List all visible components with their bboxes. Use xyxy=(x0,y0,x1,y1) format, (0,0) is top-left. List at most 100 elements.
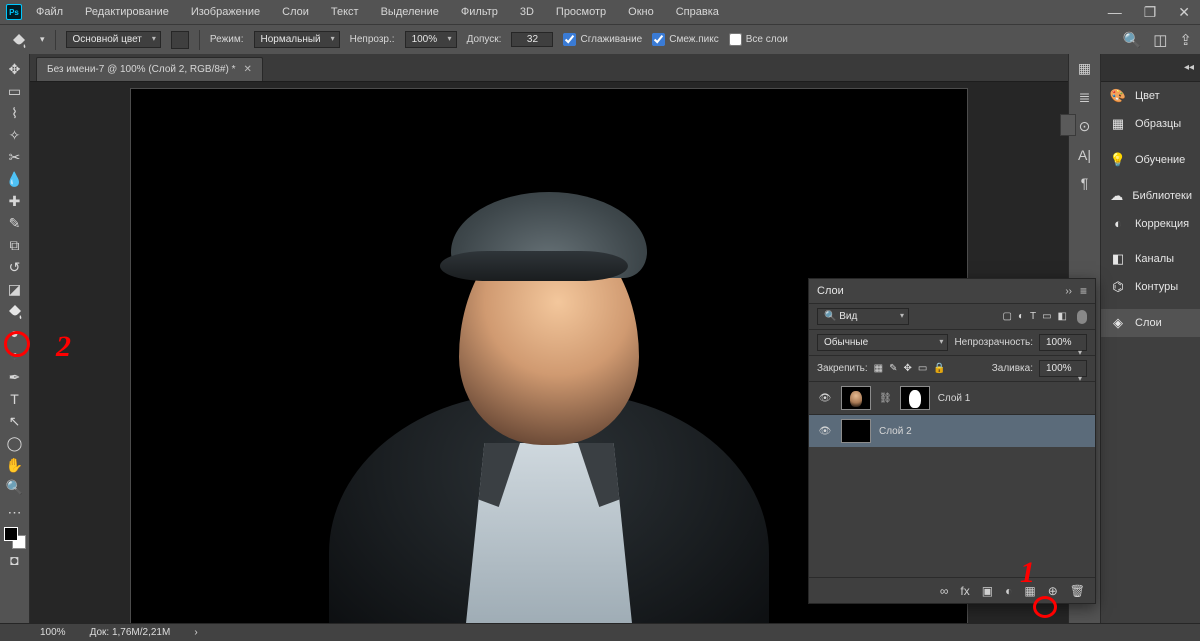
crop-tool[interactable]: ✂ xyxy=(2,146,28,168)
lock-brush-icon[interactable]: ✎ xyxy=(889,363,897,374)
strip-icon-2[interactable]: ≣ xyxy=(1079,89,1091,106)
menu-view[interactable]: Просмотр xyxy=(548,3,614,21)
move-tool[interactable]: ✥ xyxy=(2,58,28,80)
window-minimize-icon[interactable]: — xyxy=(1104,4,1126,21)
panel-channels[interactable]: ◧Каналы xyxy=(1101,245,1200,273)
contiguous-checkbox[interactable] xyxy=(652,33,665,46)
strip-icon-1[interactable]: ▦ xyxy=(1078,60,1091,77)
layer-filter-dropdown[interactable]: 🔍 Вид xyxy=(817,308,909,325)
menu-file[interactable]: Файл xyxy=(28,3,71,21)
menu-select[interactable]: Выделение xyxy=(373,3,447,21)
clone-tool[interactable]: ⧉ xyxy=(2,234,28,256)
search-icon[interactable]: 🔍 xyxy=(1123,31,1142,49)
zoom-tool[interactable]: 🔍 xyxy=(2,476,28,498)
menu-layers[interactable]: Слои xyxy=(274,3,317,21)
document-tab[interactable]: Без имени-7 @ 100% (Слой 2, RGB/8#) * ✕ xyxy=(36,57,263,81)
panel-collapse-icon[interactable]: ›› xyxy=(1065,286,1072,297)
layer-row[interactable]: 👁 Слой 2 xyxy=(809,414,1095,447)
layer-name[interactable]: Слой 1 xyxy=(938,393,971,404)
delete-layer-icon[interactable]: 🗑 xyxy=(1070,584,1085,598)
all-layers-checkbox[interactable] xyxy=(729,33,742,46)
adjustment-layer-icon[interactable]: ◐ xyxy=(1005,584,1012,598)
filter-type-icon[interactable]: T xyxy=(1030,311,1036,322)
lock-artboard-icon[interactable]: ▭ xyxy=(918,363,927,374)
filter-adjust-icon[interactable]: ◐ xyxy=(1018,311,1024,322)
zoom-level[interactable]: 100% xyxy=(40,627,66,638)
panel-adjustments[interactable]: ◐Коррекция xyxy=(1101,210,1200,237)
eyedropper-tool[interactable]: 💧 xyxy=(2,168,28,190)
close-tab-icon[interactable]: ✕ xyxy=(243,64,251,75)
add-mask-icon[interactable]: ▣ xyxy=(982,584,993,598)
eraser-tool[interactable]: ◪ xyxy=(2,278,28,300)
lasso-tool[interactable]: ⌇ xyxy=(2,102,28,124)
pattern-picker-icon[interactable] xyxy=(171,31,189,49)
new-layer-icon[interactable]: ⊕ xyxy=(1048,584,1058,598)
lock-all-icon[interactable]: 🔒 xyxy=(933,363,945,374)
fx-icon[interactable]: fx xyxy=(960,584,969,598)
opacity-value[interactable]: 100% xyxy=(405,31,457,48)
visibility-toggle-icon[interactable]: 👁 xyxy=(817,393,833,404)
collapse-panels-icon[interactable]: ◂◂ xyxy=(1184,62,1194,73)
link-layers-icon[interactable]: ∞ xyxy=(940,584,949,598)
filter-shape-icon[interactable]: ▭ xyxy=(1042,311,1051,322)
type-tool[interactable]: T xyxy=(2,388,28,410)
menu-3d[interactable]: 3D xyxy=(512,3,542,21)
share-icon[interactable]: ⇪ xyxy=(1179,31,1192,49)
filter-pixel-icon[interactable]: ▢ xyxy=(1002,311,1011,322)
layer-row[interactable]: 👁 ⛓ Слой 1 xyxy=(809,381,1095,414)
paint-bucket-tool[interactable] xyxy=(2,300,28,322)
doc-size[interactable]: Док: 1,76М/2,21М xyxy=(90,627,171,638)
shape-tool[interactable]: ◯ xyxy=(2,432,28,454)
blend-mode-dropdown[interactable]: Нормальный xyxy=(254,31,340,48)
fill-value[interactable]: 100% xyxy=(1039,360,1087,377)
edit-toolbar-icon[interactable]: ⋯ xyxy=(2,501,28,523)
visibility-toggle-icon[interactable]: 👁 xyxy=(817,426,833,437)
panel-learn[interactable]: 💡Обучение xyxy=(1101,146,1200,174)
fill-source-dropdown[interactable]: Основной цвет xyxy=(66,31,161,48)
panel-color[interactable]: 🎨Цвет xyxy=(1101,82,1200,110)
window-close-icon[interactable]: ✕ xyxy=(1174,4,1194,21)
vertical-scrollbar[interactable] xyxy=(1060,114,1076,136)
lock-position-icon[interactable]: ✥ xyxy=(904,363,912,374)
healing-tool[interactable]: ✚ xyxy=(2,190,28,212)
menu-help[interactable]: Справка xyxy=(668,3,727,21)
layers-panel-header[interactable]: Слои ›› ≡ xyxy=(809,279,1095,303)
menu-image[interactable]: Изображение xyxy=(183,3,268,21)
filter-smart-icon[interactable]: ◧ xyxy=(1058,311,1067,322)
layer-name[interactable]: Слой 2 xyxy=(879,426,912,437)
layer-thumbnail[interactable] xyxy=(841,419,871,443)
panel-layers[interactable]: ◈Слои xyxy=(1101,309,1200,337)
brush-tool[interactable]: ✎ xyxy=(2,212,28,234)
pen-tool[interactable]: ✒ xyxy=(2,366,28,388)
status-chevron-icon[interactable]: › xyxy=(194,627,197,638)
strip-icon-3[interactable]: ⊙ xyxy=(1079,118,1091,135)
magic-wand-tool[interactable]: ✧ xyxy=(2,124,28,146)
window-restore-icon[interactable]: ❐ xyxy=(1140,4,1161,21)
panel-paths[interactable]: ⌬Контуры xyxy=(1101,273,1200,301)
color-swatches[interactable] xyxy=(4,527,26,549)
menu-filter[interactable]: Фильтр xyxy=(453,3,506,21)
strip-icon-4[interactable]: A| xyxy=(1078,147,1091,163)
foreground-swatch[interactable] xyxy=(4,527,18,541)
marquee-tool[interactable]: ▭ xyxy=(2,80,28,102)
menu-window[interactable]: Окно xyxy=(620,3,662,21)
blend-mode-select[interactable]: Обычные xyxy=(817,334,948,351)
strip-icon-5[interactable]: ¶ xyxy=(1081,175,1089,191)
menu-text[interactable]: Текст xyxy=(323,3,367,21)
hand-tool[interactable]: ✋ xyxy=(2,454,28,476)
history-brush-tool[interactable]: ↺ xyxy=(2,256,28,278)
chevron-down-icon[interactable]: ▾ xyxy=(40,34,45,45)
menu-edit[interactable]: Редактирование xyxy=(77,3,177,21)
arrange-icon[interactable]: ◫ xyxy=(1153,31,1167,49)
lock-pixels-icon[interactable]: ▦ xyxy=(874,363,883,374)
layer-opacity-value[interactable]: 100% xyxy=(1039,334,1087,351)
panel-libraries[interactable]: ☁Библиотеки xyxy=(1101,182,1200,210)
layer-thumbnail[interactable] xyxy=(841,386,871,410)
tolerance-input[interactable] xyxy=(511,32,553,47)
filter-toggle-icon[interactable] xyxy=(1077,310,1087,324)
panel-swatches[interactable]: ▦Образцы xyxy=(1101,110,1200,138)
quick-mask-icon[interactable]: ◘ xyxy=(2,549,28,571)
panel-menu-icon[interactable]: ≡ xyxy=(1080,284,1087,298)
layers-panel[interactable]: Слои ›› ≡ 🔍 Вид ▢ ◐ T ▭ ◧ Обычные Непроз… xyxy=(808,278,1096,604)
path-select-tool[interactable]: ↖ xyxy=(2,410,28,432)
